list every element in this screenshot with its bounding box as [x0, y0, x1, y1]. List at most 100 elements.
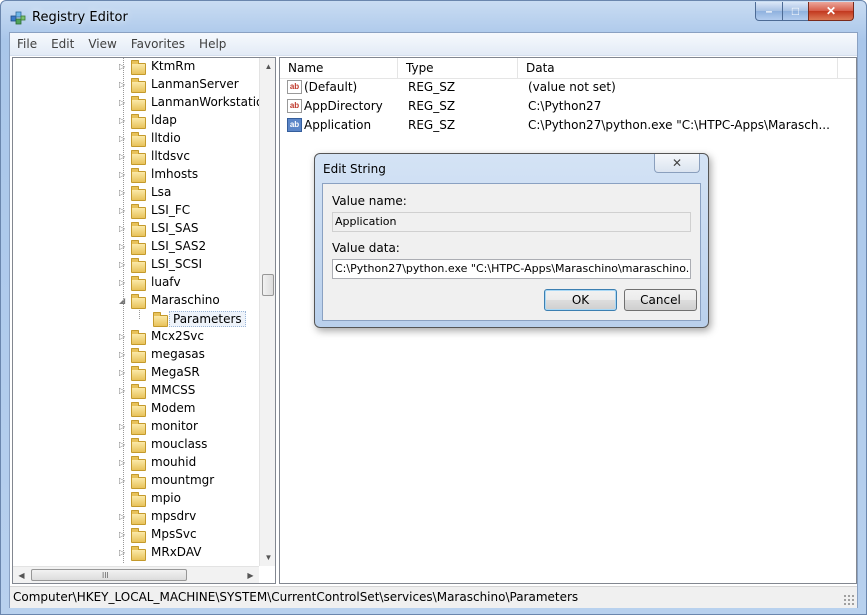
tree-item-label: luafv	[151, 275, 181, 289]
minimize-button[interactable]: –	[755, 2, 783, 21]
registry-editor-window: Registry Editor – □ ✕ File Edit View Fav…	[0, 0, 867, 615]
tree-item-label: lmhosts	[151, 167, 199, 181]
tree-item-label: LSI_SCSI	[151, 257, 202, 271]
cancel-button[interactable]: Cancel	[624, 289, 697, 311]
tree-item-label: Parameters	[169, 311, 246, 327]
registry-tree[interactable]: ▷ MRxDAV ▷ MpsSvc ▷ mpsdrv mpio ▷ mountmgr ▷ mouhi…	[12, 57, 276, 584]
tree-item[interactable]: ▷ MRxDAV	[13, 544, 261, 562]
value-data: (value not set)	[528, 80, 616, 94]
ok-button[interactable]: OK	[544, 289, 617, 311]
tree-item-label: mpsdrv	[151, 509, 197, 523]
tree-item[interactable]: ▷ lltdsvc	[13, 148, 261, 166]
tree-item[interactable]: ◢ Maraschino	[13, 292, 261, 310]
tree-item[interactable]: ▷ LSI_SCSI	[13, 256, 261, 274]
folder-icon	[153, 312, 168, 327]
tree-item[interactable]: ▷ Mcx2Svc	[13, 328, 261, 346]
folder-icon	[131, 240, 146, 255]
folder-icon	[131, 384, 146, 399]
menu-help[interactable]: Help	[192, 37, 233, 51]
column-header-data[interactable]: Data	[518, 58, 838, 78]
title-bar[interactable]: Registry Editor – □ ✕	[1, 1, 866, 33]
tree-guide-line	[123, 58, 124, 563]
value-data-label: Value data:	[332, 241, 400, 255]
tree-item[interactable]: ▷ LSI_FC	[13, 202, 261, 220]
tree-item[interactable]: Modem	[13, 400, 261, 418]
value-data-field[interactable]: C:\Python27\python.exe "C:\HTPC-Apps\Mar…	[332, 259, 691, 279]
tree-item[interactable]: ▷ LanmanServer	[13, 76, 261, 94]
tree-item[interactable]: ▷ LSI_SAS2	[13, 238, 261, 256]
edit-string-dialog: Edit String ✕ Value name: Application Va…	[314, 153, 709, 328]
close-icon: ✕	[671, 156, 683, 170]
folder-icon	[131, 204, 146, 219]
value-type: REG_SZ	[408, 99, 456, 113]
resize-grip-icon[interactable]	[843, 594, 855, 606]
folder-icon	[131, 474, 146, 489]
menu-bar: File Edit View Favorites Help	[10, 33, 857, 56]
maximize-button[interactable]: □	[782, 2, 809, 21]
dialog-close-button[interactable]: ✕	[654, 154, 700, 173]
value-data: C:\Python27\python.exe "C:\HTPC-Apps\Mar…	[528, 118, 830, 132]
tree-item[interactable]: ▷ luafv	[13, 274, 261, 292]
table-row[interactable]: ab Application REG_SZ C:\Python27\python…	[280, 116, 856, 135]
tree-vertical-scrollbar[interactable]: ▲ ▼	[259, 58, 275, 566]
tree-item[interactable]: ▷ KtmRm	[13, 58, 261, 76]
folder-icon	[131, 96, 146, 111]
menu-favorites[interactable]: Favorites	[124, 37, 192, 51]
tree-item-label: LanmanServer	[151, 77, 239, 91]
tree-item-label: MRxDAV	[151, 545, 202, 559]
tree-item-label: mouclass	[151, 437, 208, 451]
dialog-body: Value name: Application Value data: C:\P…	[322, 183, 701, 321]
table-row[interactable]: ab AppDirectory REG_SZ C:\Python27	[280, 97, 856, 116]
tree-item[interactable]: ▷ MegaSR	[13, 364, 261, 382]
folder-icon	[131, 492, 146, 507]
tree-item[interactable]: ▷ mouhid	[13, 454, 261, 472]
tree-item-label: MMCSS	[151, 383, 196, 397]
scroll-right-arrow-icon[interactable]: ▶	[242, 567, 259, 583]
column-header-name[interactable]: Name	[280, 58, 398, 78]
value-type: REG_SZ	[408, 80, 456, 94]
tree-item[interactable]: mpio	[13, 490, 261, 508]
value-name-field: Application	[332, 212, 691, 232]
scroll-left-arrow-icon[interactable]: ◀	[13, 567, 30, 583]
tree-item[interactable]: ▷ mpsdrv	[13, 508, 261, 526]
tree-item[interactable]: ▷ megasas	[13, 346, 261, 364]
tree-item[interactable]: ▷ LanmanWorkstation	[13, 94, 271, 112]
close-button[interactable]: ✕	[808, 2, 854, 21]
menu-file[interactable]: File	[10, 37, 44, 51]
scroll-up-arrow-icon[interactable]: ▲	[260, 58, 275, 75]
tree-item[interactable]: ▷ Lsa	[13, 184, 261, 202]
column-header-type[interactable]: Type	[398, 58, 518, 78]
folder-icon	[131, 78, 146, 93]
tree-item-label: MegaSR	[151, 365, 200, 379]
tree-item[interactable]: ▷ monitor	[13, 418, 261, 436]
tree-item-label: KtmRm	[151, 59, 196, 73]
tree-item-label: mouhid	[151, 455, 197, 469]
tree-item[interactable]: ▷ MMCSS	[13, 382, 261, 400]
tree-item[interactable]: ▷ LSI_SAS	[13, 220, 261, 238]
value-name: (Default)	[304, 80, 358, 94]
vertical-scroll-thumb[interactable]	[262, 274, 274, 296]
tree-item-label: lltdsvc	[151, 149, 190, 163]
table-row[interactable]: ab (Default) REG_SZ (value not set)	[280, 78, 856, 97]
folder-icon	[131, 330, 146, 345]
value-data: C:\Python27	[528, 99, 602, 113]
expand-arrow-icon	[141, 315, 149, 323]
folder-icon	[131, 528, 146, 543]
scroll-down-arrow-icon[interactable]: ▼	[260, 549, 275, 566]
tree-horizontal-scrollbar[interactable]: ◀ III ▶	[13, 566, 259, 583]
tree-item[interactable]: ▷ mountmgr	[13, 472, 261, 490]
value-name: AppDirectory	[304, 99, 383, 113]
tree-item[interactable]: ▷ lmhosts	[13, 166, 261, 184]
menu-view[interactable]: View	[81, 37, 123, 51]
registry-editor-icon	[10, 11, 26, 25]
tree-item[interactable]: ▷ lltdio	[13, 130, 261, 148]
folder-icon	[131, 168, 146, 183]
string-value-icon: ab	[287, 118, 302, 132]
tree-item[interactable]: ▷ MpsSvc	[13, 526, 261, 544]
tree-item[interactable]: Parameters	[13, 301, 261, 328]
horizontal-scroll-thumb[interactable]: III	[31, 569, 187, 581]
tree-item-label: LanmanWorkstation	[151, 95, 271, 109]
tree-item[interactable]: ▷ mouclass	[13, 436, 261, 454]
tree-item[interactable]: ▷ ldap	[13, 112, 261, 130]
menu-edit[interactable]: Edit	[44, 37, 81, 51]
